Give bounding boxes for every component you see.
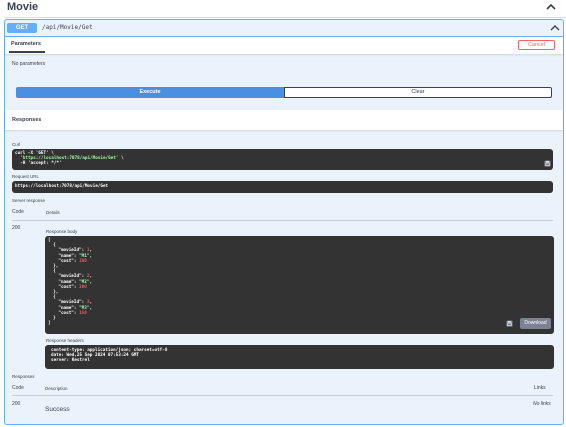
response-code: 200 [12,401,21,407]
curl-command[interactable]: curl -X 'GET' \ 'https://localhost:7078/… [12,149,553,170]
cancel-button[interactable]: Cancel [518,40,555,50]
download-button[interactable]: Download [520,318,551,329]
operation-path: /api/Movie/Get [42,24,93,31]
responses-title: Responses [12,117,42,123]
response-headers: content-type: application/json; charset=… [45,345,554,369]
column-header-details: Details [46,210,60,215]
tab-parameters[interactable]: Parameters [11,41,41,47]
chevron-up-icon[interactable] [550,24,560,32]
clipboard-icon[interactable] [544,160,551,167]
curl-label: Curl [12,142,21,147]
response-body[interactable]: [ { "movieId": 1, "name": "M1", "cost": … [45,236,554,334]
table-divider [12,395,553,396]
tab-active-indicator [9,51,45,53]
clipboard-icon[interactable] [506,320,513,327]
movie-cost: 150 [79,310,87,316]
request-url-label: Request URL [12,174,40,179]
column-header-description: Description [45,386,68,391]
response-headers-label: Response headers [46,338,84,343]
response-header-line: server: Kestrel [51,358,90,364]
movie-cost: 200 [79,284,87,290]
table-divider [12,220,553,221]
curl-line-3: -H 'accept: */*' [20,161,62,167]
parameters-header [5,37,563,54]
column-header-links: Links [534,385,546,391]
curl-line-2-suffix: \ [118,156,124,162]
clear-button[interactable]: Clear [284,87,552,98]
response-status-code: 200 [12,225,21,231]
no-parameters-text: No parameters [12,61,46,67]
response-links: No links [533,401,551,407]
response-description: Success [45,406,70,413]
responses-header [5,110,563,130]
server-response-label: Server response [12,198,46,203]
response-body-label: Response body [46,229,78,234]
execute-button[interactable]: Execute [16,87,284,98]
column-header-code: Code [12,385,24,391]
tag-title[interactable]: Movie [7,1,38,13]
request-url-value: https://localhost:7078/api/Movie/Get [12,181,553,193]
column-header-code: Code [12,209,24,215]
http-method-badge: GET [7,23,37,33]
responses-table-title: Responses [12,374,35,379]
chevron-up-icon[interactable] [545,1,557,13]
tag-divider [4,17,566,18]
movie-cost: 100 [79,258,87,264]
